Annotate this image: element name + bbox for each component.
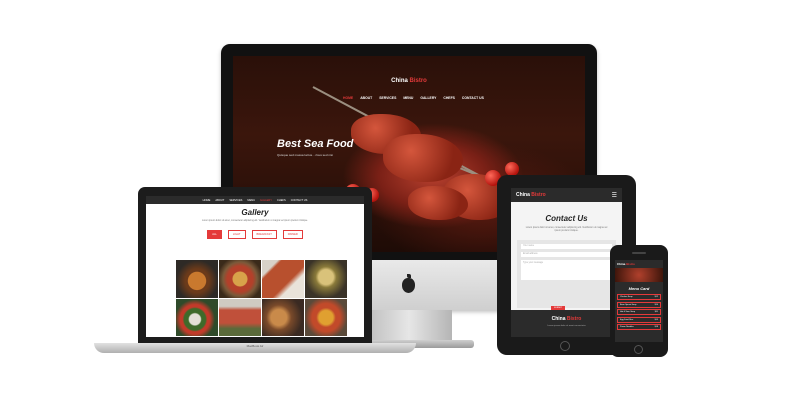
desktop-nav: HOME ABOUT SERVICES MENU GALLERY CHEFS C… xyxy=(343,96,484,100)
item-price: $11 xyxy=(654,311,658,313)
brand-main: China xyxy=(516,192,530,198)
brand-accent: Bistro xyxy=(531,192,546,198)
name-field[interactable]: Your name xyxy=(521,244,612,249)
gallery-grid xyxy=(176,260,347,336)
nav-about[interactable]: ABOUT xyxy=(360,96,372,100)
site-logo[interactable]: China Bistro xyxy=(617,262,635,266)
item-name: Egg Fried Rice xyxy=(620,318,634,321)
email-field[interactable]: Email address xyxy=(521,252,612,257)
gallery-image-pastries[interactable] xyxy=(262,298,304,336)
nav-contact[interactable]: CONTACT US xyxy=(291,199,308,202)
list-item[interactable]: Hot & Sour Soup $11 xyxy=(617,309,661,315)
filter-light[interactable]: LIGHT xyxy=(227,230,246,240)
item-name: Chicken Soup xyxy=(620,296,633,298)
home-button-icon xyxy=(634,345,643,354)
gallery-title: Gallery xyxy=(241,208,269,217)
item-price: $14 xyxy=(654,303,658,306)
laptop-nav: HOME ABOUT SERVICES MENU GALLERY CHEFS C… xyxy=(146,196,364,204)
hero-subtitle: Quisque sed massa luctus... risus sed ni… xyxy=(277,153,333,157)
tablet-footer: China Bistro Lorem ipsum dolor sit amet … xyxy=(511,310,622,337)
phone-hero-image xyxy=(615,268,663,282)
tablet-screen: China Bistro ☰ Contact Us Lorem ipsum do… xyxy=(511,188,622,337)
imac-stand xyxy=(366,310,452,344)
hamburger-menu-icon[interactable]: ☰ xyxy=(612,192,617,199)
responsive-devices-mockup: China Bistro HOME ABOUT SERVICES MENU GA… xyxy=(0,0,800,407)
macbook-base: MacBook Air xyxy=(94,343,416,353)
filter-breakfast[interactable]: BREAKFAST xyxy=(251,230,277,240)
nav-services[interactable]: SERVICES xyxy=(379,96,396,100)
contact-description: Lorem ipsum dolor sit amet, consectetur … xyxy=(525,227,608,233)
brand-accent: Bistro xyxy=(409,78,427,84)
gallery-image-burger[interactable] xyxy=(176,260,218,298)
brand-main: China xyxy=(617,262,626,266)
phone-header: China Bistro xyxy=(615,260,663,268)
item-price: $18 xyxy=(654,326,658,328)
menu-card-title: Menu Card xyxy=(628,286,650,291)
gallery-image-steak[interactable] xyxy=(219,298,261,336)
hero-title: Best Sea Food xyxy=(277,138,354,150)
laptop-screen: HOME ABOUT SERVICES MENU GALLERY CHEFS C… xyxy=(146,196,364,337)
home-button-icon xyxy=(560,341,570,351)
footer-brand-accent: Bistro xyxy=(566,316,582,322)
brand-main: China xyxy=(391,78,408,84)
site-logo[interactable]: China Bistro xyxy=(516,192,546,198)
gallery-image-skewers[interactable] xyxy=(262,260,304,298)
iphone-device: China Bistro Menu Card Chicken Soup $12 B… xyxy=(610,245,668,357)
nav-chefs[interactable]: CHEFS xyxy=(277,199,286,202)
nav-contact[interactable]: CONTACT US xyxy=(462,96,484,100)
item-price: $15 xyxy=(654,318,658,321)
gallery-image-pizza[interactable] xyxy=(219,260,261,298)
nav-services[interactable]: SERVICES xyxy=(229,199,242,202)
item-name: Hot & Sour Soup xyxy=(620,311,636,313)
nav-gallery[interactable]: GALLERY xyxy=(260,199,272,202)
nav-menu[interactable]: MENU xyxy=(247,199,255,202)
apple-logo-icon xyxy=(402,274,415,293)
nav-gallery[interactable]: GALLERY xyxy=(420,96,436,100)
menu-list: Chicken Soup $12 Bean Sprout Soup $14 Hot … xyxy=(617,294,661,330)
list-item[interactable]: Egg Fried Rice $15 xyxy=(617,316,661,323)
phone-screen: China Bistro Menu Card Chicken Soup $12 B… xyxy=(615,260,663,342)
nav-menu[interactable]: MENU xyxy=(403,96,413,100)
gallery-description: Lorem ipsum dolor sit amet, consectetur … xyxy=(202,220,308,222)
footer-logo: China Bistro xyxy=(511,316,622,322)
list-item[interactable]: Prawn Noodles $18 xyxy=(617,324,661,330)
list-item[interactable]: Bean Sprout Soup $14 xyxy=(617,301,661,308)
message-field[interactable]: Type your message xyxy=(521,260,612,280)
brand-accent: Bistro xyxy=(626,262,635,266)
gallery-image-jar[interactable] xyxy=(305,260,347,298)
nav-home[interactable]: HOME xyxy=(203,199,211,202)
macbook-device: HOME ABOUT SERVICES MENU GALLERY CHEFS C… xyxy=(138,187,372,343)
filter-dinner[interactable]: DINNER xyxy=(282,230,303,240)
list-item[interactable]: Chicken Soup $12 xyxy=(617,294,661,300)
footer-text: Lorem ipsum dolor sit amet consectetur xyxy=(547,325,586,327)
filter-all[interactable]: ALL xyxy=(207,230,222,240)
item-price: $12 xyxy=(654,296,658,298)
speaker-icon xyxy=(632,252,646,254)
macbook-label: MacBook Air xyxy=(246,344,264,348)
nav-home[interactable]: HOME xyxy=(343,96,353,100)
nav-about[interactable]: ABOUT xyxy=(215,199,224,202)
footer-brand-main: China xyxy=(551,316,566,322)
gallery-image-salad[interactable] xyxy=(176,298,218,336)
site-logo[interactable]: China Bistro xyxy=(233,78,585,84)
gallery-filters: ALL LIGHT BREAKFAST DINNER xyxy=(146,230,364,240)
item-name: Bean Sprout Soup xyxy=(620,303,637,306)
contact-form: Your name Email address Type your messag… xyxy=(517,240,616,308)
contact-title: Contact Us xyxy=(545,214,588,223)
tablet-header: China Bistro ☰ xyxy=(511,188,622,202)
nav-chefs[interactable]: CHEFS xyxy=(443,96,455,100)
item-name: Prawn Noodles xyxy=(620,326,634,328)
gallery-image-paella[interactable] xyxy=(305,298,347,336)
